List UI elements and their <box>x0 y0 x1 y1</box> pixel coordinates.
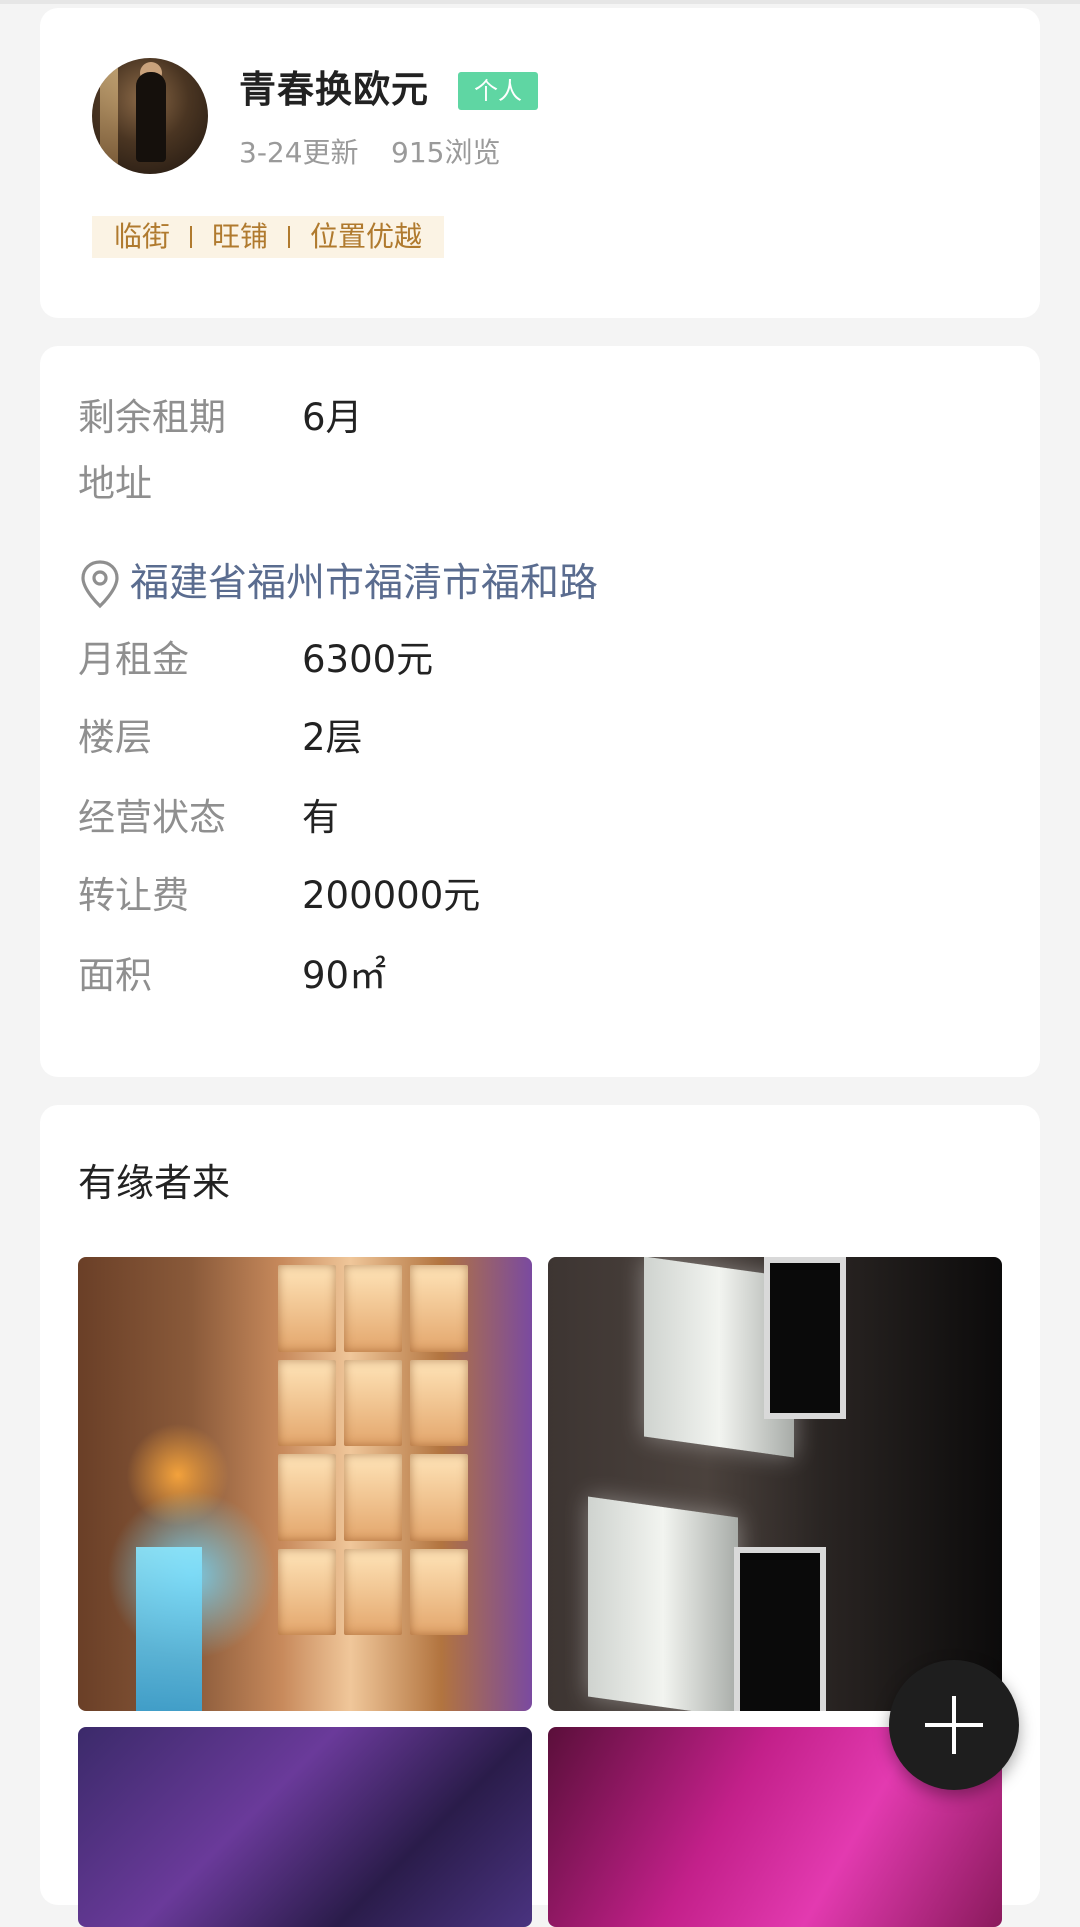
avatar-person-body <box>136 72 166 162</box>
avatar-background-light <box>100 68 118 164</box>
top-divider <box>0 0 1080 4</box>
shop-photo[interactable] <box>78 1257 532 1711</box>
photo-display-shelf <box>278 1265 468 1635</box>
detail-value: 6月 <box>302 396 363 439</box>
tag-item: 旺铺 <box>212 220 269 253</box>
photo-light-panel <box>588 1496 738 1711</box>
detail-value: 6300元 <box>302 638 434 681</box>
address-link[interactable]: 福建省福州市福清市福和路 <box>78 556 598 612</box>
location-pin-icon <box>81 560 119 609</box>
shop-photo[interactable] <box>548 1257 1002 1711</box>
detail-label: 月租金 <box>78 638 189 681</box>
publisher-card: 青春换欧元 个人 3-24更新 915浏览 临街 旺铺 位置优越 <box>40 8 1040 318</box>
detail-label: 经营状态 <box>78 796 226 839</box>
publisher-type-badge: 个人 <box>458 72 538 110</box>
detail-value: 200000元 <box>302 874 481 917</box>
tag-item: 临街 <box>114 220 171 253</box>
view-count: 915浏览 <box>391 136 501 169</box>
feature-tags: 临街 旺铺 位置优越 <box>92 216 445 258</box>
tag-divider <box>288 226 291 248</box>
address-value: 福建省福州市福清市福和路 <box>130 561 599 606</box>
detail-label: 剩余租期 <box>78 396 226 439</box>
shop-photo[interactable] <box>78 1727 532 1927</box>
detail-label: 地址 <box>78 462 152 505</box>
publisher-name: 青春换欧元 <box>239 68 429 111</box>
tag-item: 位置优越 <box>310 220 423 253</box>
description-card: 有缘者来 <box>40 1105 1040 1927</box>
shop-details-card: 剩余租期 6月 地址 福建省福州市福清市福和路 月租金 6300元 楼层 2层 … <box>40 346 1040 1077</box>
photo-frame <box>734 1547 826 1711</box>
add-button[interactable] <box>889 1660 1019 1790</box>
description-text: 有缘者来 <box>78 1161 231 1205</box>
detail-value: 2层 <box>302 716 363 759</box>
avatar[interactable] <box>92 58 208 174</box>
detail-value: 有 <box>302 796 339 839</box>
detail-label: 楼层 <box>78 716 152 759</box>
detail-value: 90㎡ <box>302 954 387 997</box>
update-date: 3-24更新 <box>239 136 359 169</box>
detail-label: 转让费 <box>78 874 189 917</box>
tag-divider <box>190 226 193 248</box>
photo-frame <box>764 1257 846 1419</box>
plus-icon <box>925 1696 983 1754</box>
photo-aquarium <box>136 1547 202 1711</box>
detail-label: 面积 <box>78 954 152 997</box>
